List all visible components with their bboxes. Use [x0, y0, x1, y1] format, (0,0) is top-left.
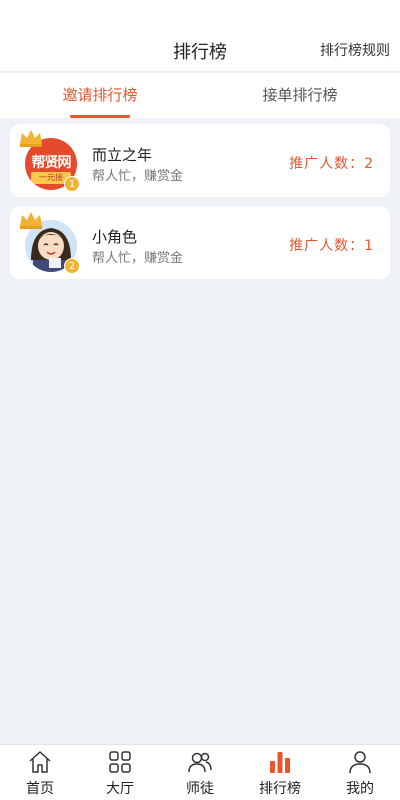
user-name: 而立之年: [92, 146, 153, 164]
tab-order-ranking[interactable]: 接单排行榜: [200, 73, 400, 118]
user-slogan: 帮人忙，赚赏金: [92, 169, 184, 184]
crown-icon: [20, 130, 42, 147]
tab-label: 接单排行榜: [262, 86, 338, 104]
grid-icon: [109, 751, 131, 773]
nav-label: 我的: [346, 781, 374, 797]
nav-home[interactable]: 首页: [0, 745, 80, 800]
user-slogan: 帮人忙，赚赏金: [92, 251, 184, 266]
nav-hall[interactable]: 大厅: [80, 745, 160, 800]
home-icon: [29, 751, 51, 773]
crown-icon: [20, 212, 42, 229]
nav-mentorship[interactable]: 师徒: [160, 745, 240, 800]
bottom-navigation: 首页 大厅 师徒 排行榜 我的: [0, 744, 400, 800]
promotion-count: 推广人数：1: [289, 238, 374, 254]
user-name: 小角色: [92, 228, 138, 246]
ranking-list: 帮贤网 一元接 1 而立之年 帮人忙，赚赏金 推广人数：2 2 小角色 帮人忙，…: [10, 124, 390, 288]
ranking-card[interactable]: 2 小角色 帮人忙，赚赏金 推广人数：1: [10, 206, 390, 279]
avatar: 2: [20, 212, 82, 276]
nav-label: 师徒: [186, 781, 214, 797]
top-bar: 排行榜 排行榜规则: [0, 0, 400, 72]
nav-label: 首页: [26, 781, 54, 797]
user-icon: [349, 751, 371, 774]
tab-bar: 邀请排行榜 接单排行榜: [0, 73, 400, 118]
avatar-brand-text: 帮贤网: [31, 155, 72, 171]
ranking-rules-link[interactable]: 排行榜规则: [320, 40, 390, 60]
rank-badge: 2: [64, 258, 80, 274]
users-icon: [188, 752, 212, 773]
bar-chart-icon: [270, 752, 290, 773]
avatar: 帮贤网 一元接 1: [20, 130, 82, 194]
rank-badge: 1: [64, 176, 80, 192]
active-tab-indicator: [70, 115, 130, 118]
nav-label: 大厅: [106, 781, 134, 797]
promotion-count: 推广人数：2: [289, 156, 374, 172]
nav-ranking[interactable]: 排行榜: [240, 745, 320, 800]
nav-label: 排行榜: [259, 781, 301, 797]
tab-invite-ranking[interactable]: 邀请排行榜: [0, 73, 200, 118]
nav-profile[interactable]: 我的: [320, 745, 400, 800]
ranking-card[interactable]: 帮贤网 一元接 1 而立之年 帮人忙，赚赏金 推广人数：2: [10, 124, 390, 197]
tab-label: 邀请排行榜: [62, 86, 138, 104]
